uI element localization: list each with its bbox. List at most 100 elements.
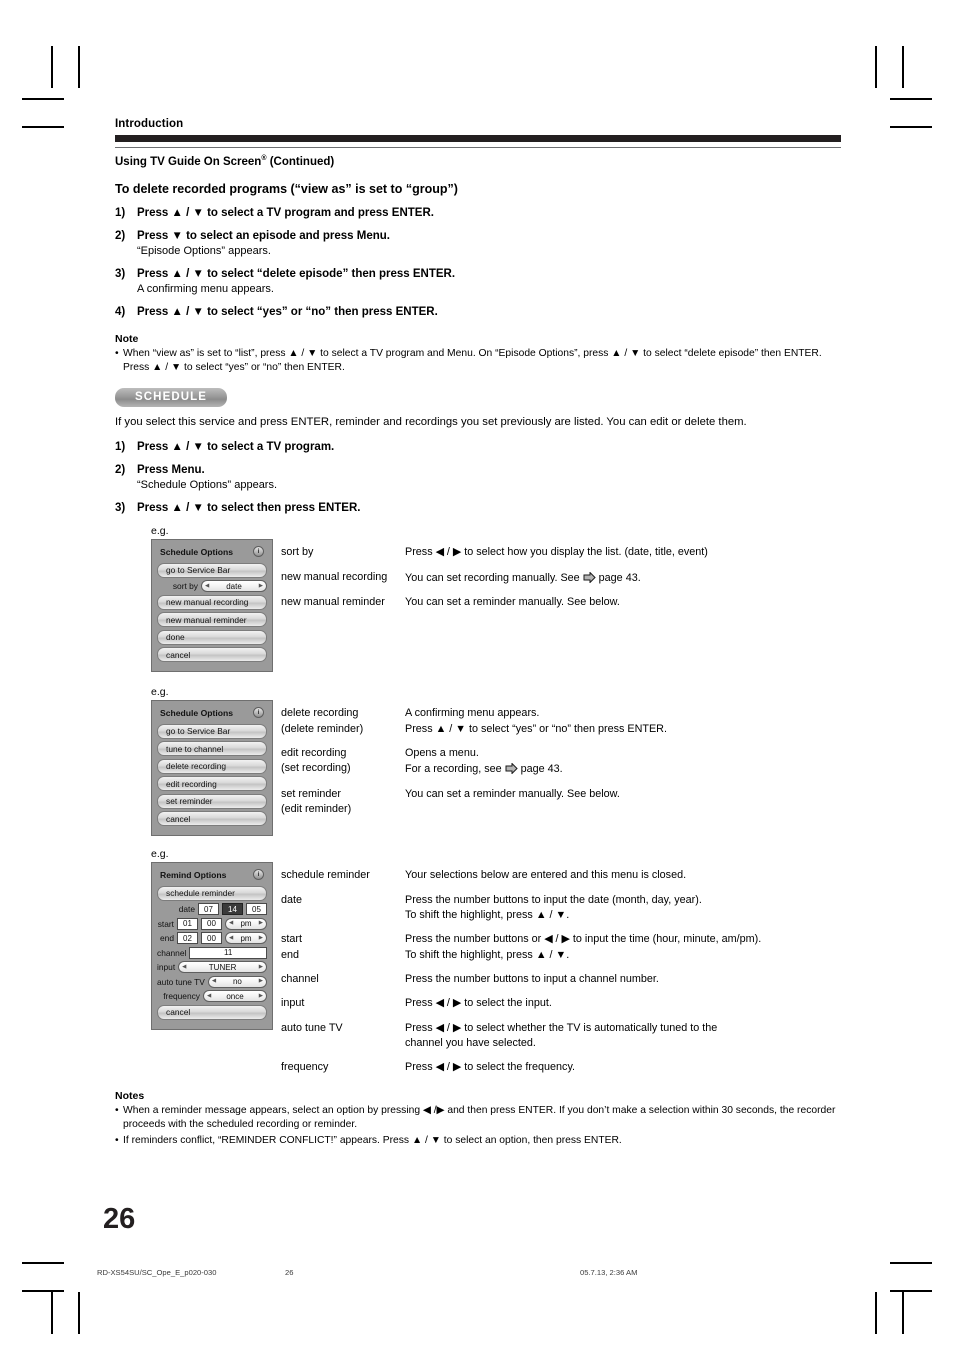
osd-item-done[interactable]: done [157, 629, 267, 645]
date-year-field[interactable]: 05 [246, 903, 267, 916]
description-definition: You can set recording manually. See page… [405, 570, 841, 586]
input-value: TUNER [208, 962, 237, 972]
description-definition: Press ◀ / ▶ to select whether the TV is … [405, 1021, 841, 1052]
description-definition-line2: For a recording, see page 43. [405, 761, 841, 777]
osd-item-set-reminder[interactable]: set reminder [157, 793, 267, 809]
description-list-2: delete recording (delete reminder) A con… [273, 700, 841, 826]
start-meridiem-value: pm [240, 919, 252, 929]
osd-row-channel[interactable]: channel 11 [157, 946, 267, 959]
end-hour-field[interactable]: 02 [177, 932, 198, 945]
description-term-line1: set reminder [281, 787, 342, 800]
section-title-tail: (Continued) [266, 155, 335, 168]
input-select[interactable]: ◀ TUNER ▶ [178, 961, 267, 974]
note-item: • When “view as” is set to “list”, press… [115, 347, 841, 375]
step-number: 4) [115, 305, 126, 318]
page-content: Introduction Using TV Guide On Screen® (… [115, 118, 841, 1148]
osd-row-end[interactable]: end 02 00 ◀ pm ▶ [157, 932, 267, 945]
step-number: 2) [115, 464, 126, 477]
osd-value-sort-by: date [226, 581, 242, 591]
osd-select-sort-by[interactable]: ◀ date ▶ [201, 580, 267, 593]
step-text: Press ▲ / ▼ to select then press ENTER. [137, 502, 361, 515]
description-term-line2: (edit reminder) [281, 802, 352, 815]
osd-label-frequency: frequency [163, 991, 200, 1002]
step-text: Press ▲ / ▼ to select “yes” or “no” then… [137, 305, 438, 318]
osd-row-auto-tune-tv[interactable]: auto tune TV ◀ no ▶ [157, 975, 267, 988]
osd-item-tune-to-channel[interactable]: tune to channel [157, 741, 267, 757]
end-minute-field[interactable]: 00 [201, 932, 222, 945]
chevron-right-icon: ▶ [258, 582, 263, 589]
description-definition: Press the number buttons to input a chan… [405, 972, 659, 985]
step-number: 3) [115, 267, 126, 280]
chevron-right-icon: ▶ [258, 992, 263, 999]
description-term: edit recording (set recording) [281, 746, 405, 778]
description-term: delete recording (delete reminder) [281, 706, 405, 737]
start-meridiem-select[interactable]: ◀ pm ▶ [225, 917, 267, 930]
description-term: auto tune TV [281, 1021, 343, 1034]
crop-mark-top-left-v2 [78, 46, 80, 88]
chevron-right-icon: ▶ [258, 920, 263, 927]
description-term: input [281, 997, 305, 1010]
osd-label-end: end [160, 933, 174, 944]
eg-label-3: e.g. [151, 848, 169, 861]
description-definition: Opens a menu. For a recording, see page … [405, 746, 841, 778]
footer-file-name: RD-XS54SU/SC_Ope_E_p020-030 [97, 1268, 217, 1277]
crop-mark-top-right-h1 [890, 98, 932, 100]
section-title: Using TV Guide On Screen® (Continued) [115, 155, 841, 168]
osd-item-delete-recording[interactable]: delete recording [157, 758, 267, 774]
footer-page-number: 26 [285, 1268, 294, 1277]
step-text: Press ▼ to select an episode and press M… [137, 229, 390, 242]
osd-item-cancel[interactable]: cancel [157, 1004, 267, 1020]
osd-item-new-manual-recording[interactable]: new manual recording [157, 594, 267, 610]
osd-label-start: start [157, 918, 174, 929]
start-hour-field[interactable]: 01 [177, 917, 198, 930]
osd-menu-schedule-options-1: Schedule Options i go to Service Bar sor… [151, 539, 273, 673]
crop-mark-top-right-v2 [902, 46, 904, 88]
bullet-icon: • [115, 1104, 119, 1116]
auto-tune-tv-value: no [232, 977, 242, 987]
description-row: new manual reminder You can set a remind… [281, 595, 841, 610]
note-text: When a reminder message appears, select … [123, 1104, 836, 1130]
description-definition-line2: To shift the highlight, press ▲ / ▼. [405, 948, 570, 961]
osd-row-date[interactable]: date 07 14 05 [157, 903, 267, 916]
osd-item-go-to-service-bar[interactable]: go to Service Bar [157, 562, 267, 578]
osd-item-cancel[interactable]: cancel [157, 811, 267, 827]
osd-row-start[interactable]: start 01 00 ◀ pm ▶ [157, 917, 267, 930]
osd-item-cancel[interactable]: cancel [157, 647, 267, 663]
channel-field[interactable]: 11 [189, 946, 267, 959]
osd-row-input[interactable]: input ◀ TUNER ▶ [157, 961, 267, 974]
description-definition-line2: channel you have selected. [405, 1036, 536, 1049]
end-meridiem-select[interactable]: ◀ pm ▶ [225, 932, 267, 945]
note-item: • When a reminder message appears, selec… [115, 1104, 841, 1132]
osd-item-schedule-reminder[interactable]: schedule reminder [157, 885, 267, 901]
description-definition: You can set a reminder manually. See bel… [405, 595, 620, 608]
description-definition: Press ◀ / ▶ to select how you display th… [405, 546, 708, 559]
date-day-field[interactable]: 14 [222, 903, 243, 916]
bullet-icon: • [115, 1134, 119, 1146]
osd-row-frequency[interactable]: frequency ◀ once ▶ [157, 990, 267, 1003]
osd-item-go-to-service-bar[interactable]: go to Service Bar [157, 723, 267, 739]
date-month-field[interactable]: 07 [198, 903, 219, 916]
list-item: 4) Press ▲ / ▼ to select “yes” or “no” th… [115, 306, 841, 318]
chevron-right-icon: ▶ [258, 934, 263, 941]
osd-label-sort-by: sort by [172, 581, 198, 592]
osd-item-edit-recording[interactable]: edit recording [157, 776, 267, 792]
list-item: 2) Press ▼ to select an episode and press… [115, 230, 841, 257]
osd-label-date: date [178, 904, 195, 915]
description-definition-line1: Press the number buttons or ◀ / ▶ to inp… [405, 933, 762, 946]
description-row: schedule reminder Your selections below … [281, 868, 841, 883]
description-row: sort by Press ◀ / ▶ to select how you di… [281, 545, 841, 560]
osd-panel: Remind Options i schedule reminder date … [151, 862, 273, 1030]
osd-row-sort-by[interactable]: sort by ◀ date ▶ [157, 580, 267, 593]
crop-mark-bottom-left-v2 [78, 1292, 80, 1334]
description-term: start end [281, 932, 405, 963]
start-minute-field[interactable]: 00 [201, 917, 222, 930]
frequency-select[interactable]: ◀ once ▶ [203, 990, 267, 1003]
eg-label-1: e.g. [151, 525, 169, 538]
osd-item-new-manual-reminder[interactable]: new manual reminder [157, 612, 267, 628]
description-row: delete recording (delete reminder) A con… [281, 706, 841, 737]
description-term-line2: (delete reminder) [281, 722, 364, 735]
page-subheading: To delete recorded programs (“view as” i… [115, 181, 458, 196]
auto-tune-tv-select[interactable]: ◀ no ▶ [207, 975, 267, 988]
note-heading: Note [115, 332, 139, 345]
section-title-main: Using TV Guide On Screen [115, 155, 262, 168]
